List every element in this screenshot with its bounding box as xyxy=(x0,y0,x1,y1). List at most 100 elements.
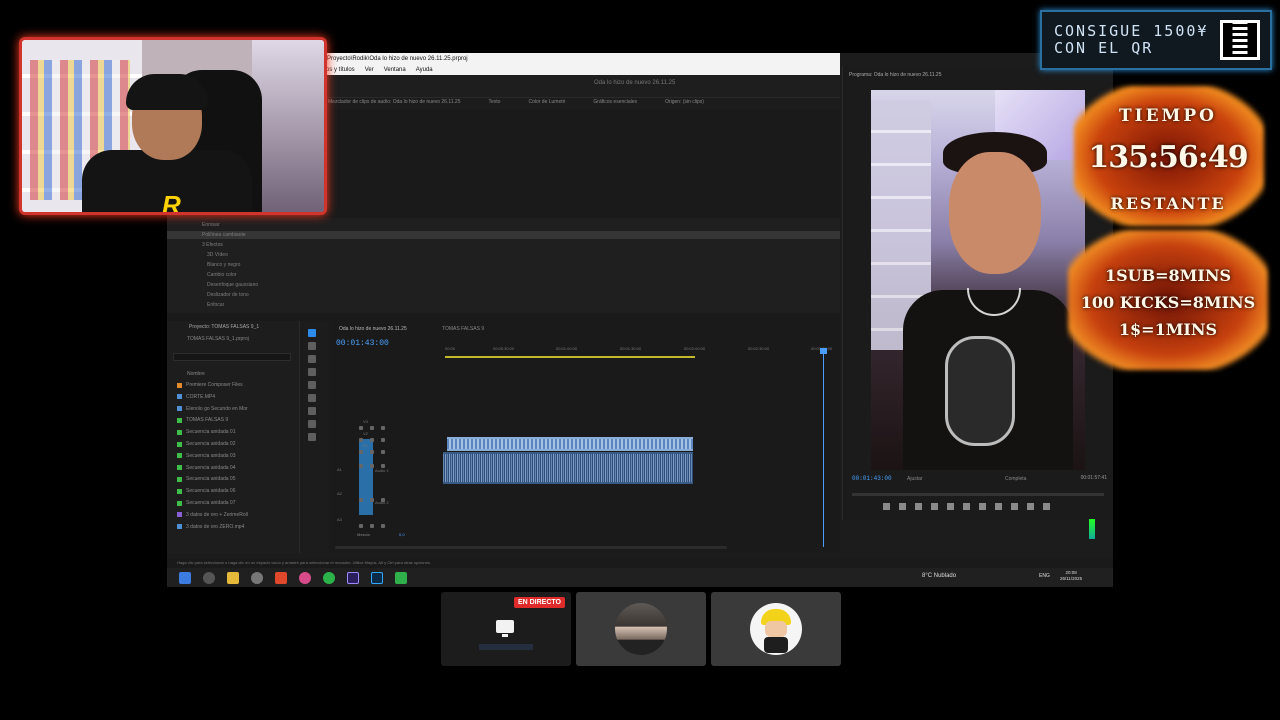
project-item[interactable]: CORTE.MP4 xyxy=(177,393,215,401)
participant-tile[interactable] xyxy=(711,592,841,666)
project-search-input[interactable] xyxy=(173,353,291,361)
store-icon[interactable] xyxy=(395,571,407,584)
lift-icon[interactable] xyxy=(1011,503,1018,510)
timeline-tab[interactable]: TOMAS FALSAS 9 xyxy=(442,326,484,332)
project-item[interactable]: Elenolo go Secundo en Mor xyxy=(177,405,248,413)
qr-promo-line2: CON EL QR xyxy=(1054,39,1154,57)
project-item[interactable]: Secuencia anidada 03 xyxy=(177,452,236,460)
effects-panel: Enrosar Polilínea cambiante 3 Efectos 3D… xyxy=(167,218,840,313)
source-panel-tabs: Mezclador de clips de audio: Oda lo hizo… xyxy=(328,99,704,105)
stop-icon[interactable] xyxy=(963,503,970,510)
clock-date: 26/11/2025 xyxy=(1060,576,1083,581)
playhead-line[interactable] xyxy=(823,351,824,547)
project-item[interactable]: Secuencia anidada 04 xyxy=(177,464,236,472)
project-tab[interactable]: Proyecto: TOMAS FALSAS 9_1 xyxy=(189,324,259,330)
brave-browser-icon[interactable] xyxy=(275,571,287,584)
project-item[interactable]: Premiere Composer Files xyxy=(177,381,243,389)
track-label-v2: V2 xyxy=(363,431,368,436)
premiere-pro-icon[interactable] xyxy=(347,571,359,584)
video-clip-v1[interactable] xyxy=(447,437,693,451)
screen-share-tile[interactable]: EN DIRECTO xyxy=(441,592,571,666)
windows-taskbar: 8°C Nublado ENG 20:08 26/11/2025 xyxy=(167,568,1113,587)
windows-start-icon[interactable] xyxy=(179,571,191,584)
program-timecode[interactable]: 00:01:43:00 xyxy=(852,475,892,482)
mark-out-icon[interactable] xyxy=(915,503,922,510)
menu-item-window[interactable]: Ventana xyxy=(384,65,406,75)
project-item[interactable]: TOMAS FALSAS 9 xyxy=(177,416,228,424)
effect-item[interactable]: Blanco y negro xyxy=(207,262,240,268)
work-area-bar[interactable] xyxy=(445,356,695,358)
hand-tool-icon[interactable] xyxy=(308,420,316,428)
effect-folder[interactable]: 3 Efectos xyxy=(202,242,223,248)
whatsapp-icon[interactable] xyxy=(323,571,335,584)
tab-lumetri[interactable]: Color de Lumetri xyxy=(528,99,565,105)
search-icon[interactable] xyxy=(203,571,215,584)
timeline-scrollbar[interactable] xyxy=(335,546,727,549)
window-title: Proyecto\Rodik\Oda lo hizo de nuevo 26.1… xyxy=(324,53,840,65)
tab-essential-graphics[interactable]: Gráficos esenciales xyxy=(593,99,637,105)
audio-clip-a1[interactable] xyxy=(443,452,693,484)
language-indicator[interactable]: ENG xyxy=(1039,573,1050,579)
rectangle-tool-icon[interactable] xyxy=(308,407,316,415)
mark-in-icon[interactable] xyxy=(899,503,906,510)
resolution-select[interactable]: Completa xyxy=(1005,476,1026,482)
zoom-select[interactable]: Ajustar xyxy=(907,476,923,482)
project-item-label: Secuencia anidada 02 xyxy=(186,441,236,447)
project-item[interactable]: Secuencia anidada 07 xyxy=(177,499,236,507)
project-item[interactable]: Secuencia anidada 06 xyxy=(177,487,236,495)
go-to-in-icon[interactable] xyxy=(931,503,938,510)
effect-item[interactable]: Enrosar xyxy=(202,222,220,228)
timeline-tab-active[interactable]: Oda lo hizo de nuevo 26.11.25 xyxy=(339,326,407,332)
photoshop-icon[interactable] xyxy=(371,571,383,584)
tab-source[interactable]: Origen: (sin clips) xyxy=(665,99,704,105)
razor-tool-icon[interactable] xyxy=(308,368,316,376)
effect-item[interactable]: 3D Vídeo xyxy=(207,252,228,258)
effect-item[interactable]: Polilínea cambiante xyxy=(202,232,246,238)
project-column-name[interactable]: Nombre xyxy=(187,371,205,377)
menu-item-view[interactable]: Ver xyxy=(365,65,374,75)
avatar xyxy=(750,603,802,655)
export-frame-icon[interactable] xyxy=(1043,503,1050,510)
marker-icon[interactable] xyxy=(883,503,890,510)
track-header-v2 xyxy=(359,429,445,442)
menu-item-titles[interactable]: os y títulos xyxy=(326,65,355,75)
label-color-swatch xyxy=(177,382,182,388)
ripple-edit-tool-icon[interactable] xyxy=(308,355,316,363)
timeline-ruler[interactable]: 00:00 00:00:30:00 00:01:00:00 00:01:30:0… xyxy=(445,344,840,356)
project-item[interactable]: Secuencia anidada 02 xyxy=(177,440,236,448)
effect-item[interactable]: Cambio color xyxy=(207,272,236,278)
slip-tool-icon[interactable] xyxy=(308,381,316,389)
settings-icon[interactable] xyxy=(251,571,263,584)
project-item[interactable]: 3 datos de oro + ZerimeRoll xyxy=(177,511,248,519)
go-to-out-icon[interactable] xyxy=(995,503,1002,510)
timer-countdown: 135:56:49 xyxy=(1088,140,1248,175)
project-item[interactable]: Secuencia anidada 05 xyxy=(177,475,236,483)
effect-item[interactable]: Desenfoque gaussiano xyxy=(207,282,258,288)
step-forward-icon[interactable] xyxy=(979,503,986,510)
system-clock[interactable]: 20:08 26/11/2025 xyxy=(1060,570,1082,582)
selection-tool-icon[interactable] xyxy=(308,329,316,337)
mix-value[interactable]: 0,0 xyxy=(399,532,405,537)
sequence-header-bar: Oda lo hizo de nuevo 26.11.25 xyxy=(324,75,840,98)
pen-tool-icon[interactable] xyxy=(308,394,316,402)
extract-icon[interactable] xyxy=(1027,503,1034,510)
file-explorer-icon[interactable] xyxy=(227,571,239,584)
chrome-browser-icon[interactable] xyxy=(299,571,311,584)
timer-subtitle: RESTANTE xyxy=(1110,194,1226,213)
project-item[interactable]: 3 datos de oro ZERO.mp4 xyxy=(177,523,244,531)
menu-item-help[interactable]: Ayuda xyxy=(416,65,433,75)
type-tool-icon[interactable] xyxy=(308,433,316,441)
tab-text[interactable]: Texto xyxy=(489,99,501,105)
timeline-timecode[interactable]: 00:01:43:00 xyxy=(336,339,389,348)
track-header-v1 xyxy=(359,441,445,454)
participant-tile[interactable] xyxy=(576,592,706,666)
step-back-icon[interactable] xyxy=(947,503,954,510)
effect-item[interactable]: Deslizador de tono xyxy=(207,292,249,298)
program-scrub-bar[interactable] xyxy=(852,493,1104,496)
project-item[interactable]: Secuencia anidada 01 xyxy=(177,428,236,436)
weather-widget[interactable]: 8°C Nublado xyxy=(922,573,956,579)
label-color-swatch xyxy=(177,406,182,412)
tab-audio-mixer[interactable]: Mezclador de clips de audio: Oda lo hizo… xyxy=(328,99,461,105)
track-select-tool-icon[interactable] xyxy=(308,342,316,350)
effect-item[interactable]: Enfocar xyxy=(207,302,224,308)
